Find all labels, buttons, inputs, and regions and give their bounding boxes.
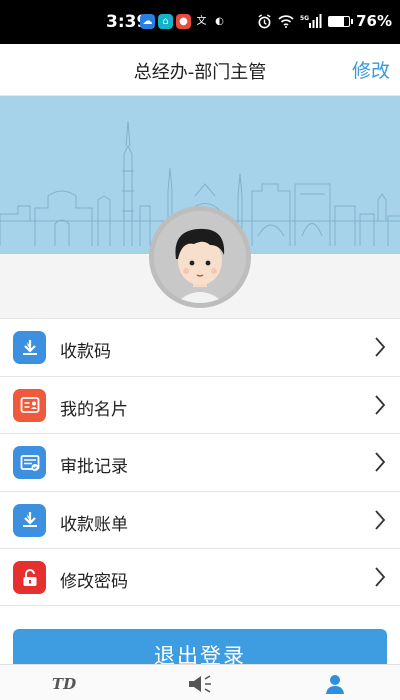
menu-item-label: 我的名片 [60, 399, 128, 420]
menu-item-label: 收款码 [60, 342, 111, 362]
chevron-right-icon [375, 452, 386, 472]
page-title: 总经办-部门主管 [133, 62, 267, 83]
status-bar: 3:39 ☁ ⌂ ● 文 ◐ 5G 76% [0, 0, 400, 44]
business-card-icon [13, 388, 46, 422]
battery-icon [328, 15, 354, 27]
status-right: 5G 76% [257, 12, 392, 30]
approval-record-icon [13, 446, 46, 480]
tab-home[interactable]: TD [44, 671, 84, 697]
qq-app-icon: ● [176, 14, 191, 29]
collect-code-icon: ¥ [13, 331, 46, 364]
profile-menu: ¥ 收款码 我的名片 审批记录 ¥ 收款账单 修改密码 [0, 318, 400, 606]
svg-text:¥: ¥ [26, 342, 30, 349]
menu-item-business-card[interactable]: 我的名片 [0, 375, 400, 434]
speaker-icon [189, 675, 211, 693]
bottom-tab-bar: TD [0, 664, 400, 700]
translate-app-icon: 文 [194, 14, 209, 29]
edit-button[interactable]: 修改 [352, 56, 390, 83]
chevron-right-icon [375, 337, 386, 357]
menu-item-label: 收款账单 [60, 514, 128, 535]
menu-item-label: 审批记录 [60, 457, 128, 478]
avatar[interactable] [149, 206, 251, 308]
tab-announcement[interactable] [180, 671, 220, 697]
chevron-right-icon [375, 394, 386, 415]
cloud-app-icon: ☁ [140, 14, 155, 29]
menu-item-collect-code[interactable]: ¥ 收款码 [0, 318, 400, 376]
lock-icon [13, 561, 46, 595]
user-icon [326, 675, 344, 694]
alarm-icon [258, 13, 271, 28]
chevron-right-icon [375, 510, 386, 530]
wifi-icon [278, 14, 294, 28]
avatar-cartoon-face [154, 211, 246, 303]
svg-text:¥: ¥ [26, 514, 30, 521]
home-app-icon: ⌂ [158, 14, 173, 29]
ball-app-icon: ◐ [212, 14, 227, 29]
network-type: 5G [300, 15, 309, 22]
menu-item-bill[interactable]: ¥ 收款账单 [0, 490, 400, 549]
menu-item-change-password[interactable]: 修改密码 [0, 548, 400, 606]
battery-percent: 76% [356, 12, 392, 30]
status-notification-icons: ☁ ⌂ ● 文 ◐ [140, 14, 227, 29]
page-header: 总经办-部门主管 修改 [0, 44, 400, 96]
bill-icon: ¥ [13, 503, 46, 537]
chevron-right-icon [375, 567, 386, 587]
signal-icon: 5G [300, 14, 322, 28]
battery-fill [329, 16, 345, 26]
home-tab-label: TD [51, 675, 77, 693]
tab-profile[interactable] [315, 671, 355, 697]
menu-item-approval-record[interactable]: 审批记录 [0, 433, 400, 491]
menu-item-label: 修改密码 [60, 572, 128, 593]
